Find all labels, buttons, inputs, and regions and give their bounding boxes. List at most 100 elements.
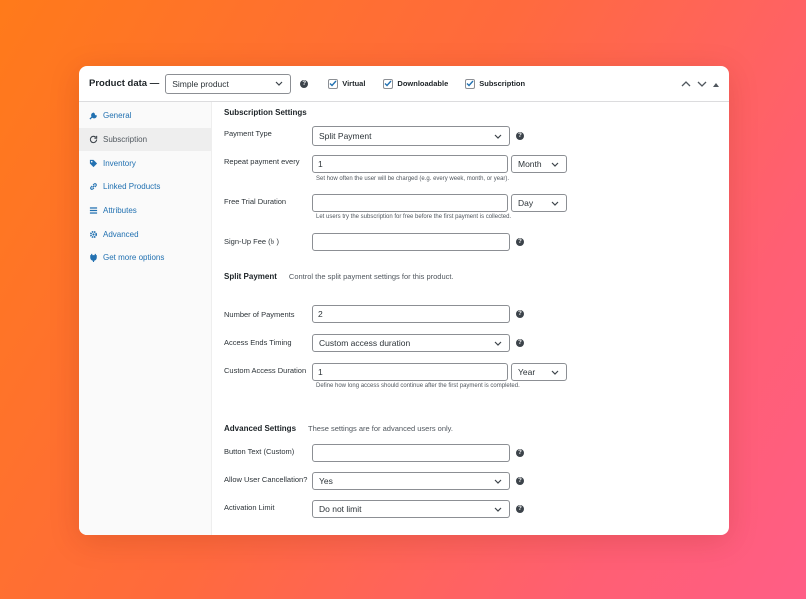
button-text-input[interactable] [312, 444, 510, 462]
product-data-panel: Product data — Simple product ? Virtual … [79, 66, 729, 535]
chevron-up-icon[interactable] [681, 79, 691, 89]
activation-limit-select[interactable]: Do not limit [312, 500, 510, 518]
repeat-payment-label: Repeat payment every [224, 157, 300, 166]
panel-header: Product data — Simple product ? Virtual … [79, 66, 729, 102]
sidebar-item-get-more-options[interactable]: Get more options [79, 246, 211, 270]
list-icon [89, 206, 101, 216]
split-payment-description: Control the split payment settings for t… [288, 272, 454, 281]
section-title-subscription: Subscription Settings [224, 108, 307, 117]
checkmark-icon [383, 78, 394, 89]
payment-type-value: Split Payment [319, 131, 372, 141]
allow-cancellation-value: Yes [319, 476, 333, 486]
refresh-icon [89, 135, 101, 145]
product-type-select[interactable]: Simple product [165, 73, 292, 94]
subscription-checkbox[interactable]: Subscription [465, 78, 526, 89]
chevron-down-icon[interactable] [697, 79, 707, 89]
collapse-triangle-icon[interactable] [713, 79, 719, 89]
button-text-label: Button Text (Custom) [224, 447, 295, 456]
access-ends-select[interactable]: Custom access duration [312, 334, 510, 352]
panel-controls [681, 66, 719, 102]
chevron-down-icon [550, 367, 560, 377]
sidebar-item-label: Subscription [103, 135, 148, 145]
chevron-down-icon [493, 338, 503, 348]
help-icon[interactable]: ? [516, 505, 524, 513]
allow-cancellation-label: Allow User Cancellation? [224, 475, 308, 484]
repeat-payment-description: Set how often the user will be charged (… [316, 176, 510, 182]
sidebar-item-general[interactable]: General [79, 104, 211, 128]
chevron-down-icon [550, 159, 560, 169]
free-trial-input[interactable] [312, 194, 508, 212]
allow-cancellation-select[interactable]: Yes [312, 472, 510, 490]
help-icon[interactable]: ? [516, 310, 524, 318]
help-icon[interactable]: ? [516, 238, 524, 246]
checkmark-icon [465, 78, 476, 89]
custom-access-input[interactable]: 1 [312, 363, 508, 381]
custom-access-description: Define how long access should continue a… [316, 383, 520, 389]
chevron-down-icon [493, 504, 503, 514]
subscription-label: Subscription [479, 79, 526, 88]
trial-unit-value: Day [518, 198, 534, 208]
chevron-down-icon [550, 198, 560, 208]
sidebar-item-label: Advanced [103, 229, 139, 239]
sidebar-item-label: Attributes [103, 206, 137, 216]
chevron-down-icon [493, 131, 503, 141]
number-of-payments-value: 2 [318, 309, 323, 319]
sidebar-item-label: General [103, 111, 132, 121]
sidebar-item-attributes[interactable]: Attributes [79, 199, 211, 223]
activation-limit-label: Activation Limit [224, 503, 275, 512]
tag-icon [89, 158, 101, 168]
wrench-icon [89, 111, 101, 121]
help-icon[interactable]: ? [516, 449, 524, 457]
access-ends-label: Access Ends Timing [224, 338, 292, 347]
sidebar-item-subscription[interactable]: Subscription [79, 127, 211, 152]
custom-access-label: Custom Access Duration [224, 366, 307, 375]
plugin-icon [89, 253, 101, 263]
custom-access-value: 1 [318, 367, 323, 377]
custom-access-unit-value: Year [518, 367, 536, 377]
number-of-payments-label: Number of Payments [224, 310, 295, 319]
link-icon [89, 182, 101, 192]
free-trial-description: Let users try the subscription for free … [316, 214, 512, 220]
sidebar-item-linked-products[interactable]: Linked Products [79, 175, 211, 199]
virtual-checkbox[interactable]: Virtual [328, 78, 366, 89]
number-of-payments-input[interactable]: 2 [312, 305, 510, 323]
payment-type-select[interactable]: Split Payment [312, 126, 510, 146]
subscription-settings-panel: Subscription Settings Payment Type Split… [212, 102, 729, 535]
panel-title: Product data — [89, 78, 160, 89]
downloadable-checkbox[interactable]: Downloadable [383, 78, 449, 89]
payment-type-label: Payment Type [224, 129, 272, 138]
sidebar-item-label: Inventory [103, 158, 136, 168]
trial-unit-select[interactable]: Day [511, 194, 567, 212]
gear-icon [89, 229, 101, 239]
sidebar-item-advanced[interactable]: Advanced [79, 222, 211, 246]
sidebar-item-label: Get more options [103, 253, 165, 263]
repeat-unit-select[interactable]: Month [511, 155, 567, 173]
help-icon[interactable]: ? [516, 477, 524, 485]
help-icon[interactable]: ? [300, 79, 309, 88]
chevron-down-icon [274, 79, 284, 89]
repeat-unit-value: Month [518, 159, 542, 169]
product-type-value: Simple product [172, 78, 229, 89]
sidebar-item-label: Linked Products [103, 182, 161, 192]
downloadable-label: Downloadable [397, 79, 449, 88]
repeat-payment-input[interactable]: 1 [312, 155, 508, 173]
product-tabs-sidebar: General Subscription Inventory Linked Pr… [79, 102, 212, 535]
split-payment-title: Split Payment [224, 272, 277, 281]
sidebar-item-inventory[interactable]: Inventory [79, 151, 211, 175]
section-title-split-payment: Split Payment Control the split payment s… [224, 272, 454, 281]
custom-access-unit-select[interactable]: Year [511, 363, 567, 381]
help-icon[interactable]: ? [516, 132, 524, 140]
free-trial-label: Free Trial Duration [224, 197, 287, 206]
repeat-payment-value: 1 [318, 159, 323, 169]
advanced-settings-description: These settings are for advanced users on… [308, 424, 453, 433]
chevron-down-icon [493, 476, 503, 486]
virtual-label: Virtual [342, 79, 366, 88]
advanced-settings-title: Advanced Settings [224, 424, 297, 433]
signup-fee-label: Sign-Up Fee (৳ ) [224, 237, 280, 246]
activation-limit-value: Do not limit [319, 504, 362, 514]
access-ends-value: Custom access duration [319, 338, 411, 348]
section-title-advanced: Advanced Settings These settings are for … [224, 424, 453, 433]
help-icon[interactable]: ? [516, 339, 524, 347]
signup-fee-input[interactable] [312, 233, 510, 251]
checkmark-icon [328, 78, 339, 89]
